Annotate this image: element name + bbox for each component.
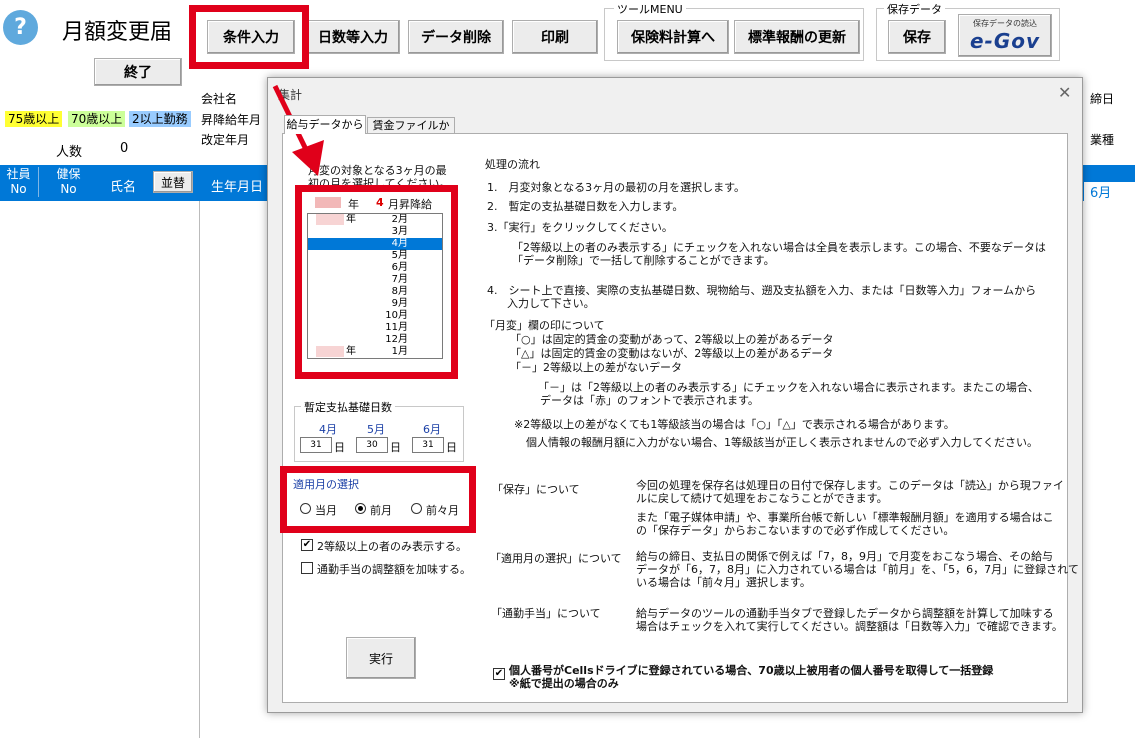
flow-step-3-note2: 「データ削除」で一括して削除することができます。 — [512, 254, 775, 267]
info-company-label: 会社名 — [201, 92, 238, 106]
mark-note-grade1: ※2等級以上の差がなくても1等級該当の場合は「○」「△」で表示される場合がありま… — [514, 418, 955, 431]
run-button[interactable]: 実行 — [346, 637, 416, 679]
save-group-title: 保存データ — [884, 1, 945, 17]
highlight-condition-button — [189, 5, 309, 69]
flow-title: 処理の流れ — [485, 158, 540, 171]
tab-wage-file[interactable]: 賃金ファイルから — [367, 117, 455, 147]
help-icon[interactable]: ? — [3, 10, 38, 45]
commute-adjust-label: 通勤手当の調整額を加味する。 — [317, 563, 471, 576]
days-input-2[interactable]: 30 — [356, 437, 388, 453]
mynumber-checkbox[interactable]: ✔ — [493, 668, 505, 680]
legend-70: 70歳以上 — [68, 111, 126, 127]
close-icon[interactable]: ✕ — [1058, 83, 1071, 102]
mark-dash-note2: データは「赤」のフォントで表示されます。 — [540, 394, 759, 407]
mynumber-line2: ※紙で提出の場合のみ — [509, 677, 619, 690]
days-input-3[interactable]: 31 — [412, 437, 444, 453]
sheet-divider — [199, 165, 200, 738]
header-birth: 生年月日 — [211, 180, 264, 195]
flow-step-2: 2. 暫定の支払基礎日数を入力します。 — [487, 200, 684, 213]
sort-button[interactable]: 並替 — [153, 171, 193, 193]
note-apply-line3: いる場合は「前々月」選択します。 — [636, 576, 811, 589]
legend-75: 75歳以上 — [5, 111, 63, 127]
egov-load-button[interactable]: 保存データの読込 e-Gov — [958, 14, 1052, 57]
days-month-1: 4月 — [319, 423, 337, 436]
grade2-only-checkbox[interactable]: ✔ — [301, 539, 313, 551]
info-industry-label: 業種 — [1090, 133, 1115, 147]
days-input-button[interactable]: 日数等入力 — [306, 20, 400, 54]
tool-menu-title: ツールMENU — [614, 1, 686, 17]
note-commute-title: 「通勤手当」について — [491, 607, 601, 620]
header-emp-no: 社員 No — [6, 167, 31, 196]
count-value: 0 — [120, 141, 129, 156]
print-button[interactable]: 印刷 — [512, 20, 598, 54]
grade2-only-label: 2等級以上の者のみ表示する。 — [317, 540, 467, 553]
egov-caption: 保存データの読込 — [973, 19, 1037, 28]
info-closing-label: 締日 — [1090, 92, 1115, 106]
highlight-month-list — [295, 185, 458, 379]
header-ins-no: 健保 No — [38, 167, 98, 197]
note-apply-title: 「適用月の選択」について — [490, 552, 622, 565]
info-raise-label: 昇降給年月 — [201, 113, 262, 127]
commute-adjust-checkbox[interactable] — [301, 562, 313, 574]
highlight-apply-month — [280, 466, 476, 533]
window-title: 月額変更届 — [62, 20, 173, 45]
days-month-3: 6月 — [423, 423, 441, 436]
premium-calc-button[interactable]: 保険料計算へ — [617, 20, 729, 54]
note-save-line2: ルに戻して続けて処理をおこなうことができます。 — [636, 492, 888, 505]
count-label: 人数 — [56, 145, 83, 160]
days-group-title: 暫定支払基礎日数 — [301, 399, 395, 415]
header-right-month: 6月 — [1084, 182, 1135, 201]
note-save-title: 「保存」について — [492, 483, 580, 496]
info-revision-label: 改定年月 — [201, 133, 250, 147]
days-unit-2: 日 — [390, 441, 401, 454]
flow-step-1: 1. 月変対象となる3ヶ月の最初の月を選択します。 — [487, 181, 746, 194]
egov-logo: e-Gov — [969, 29, 1041, 53]
dialog-title: 集計 — [278, 88, 303, 102]
legend-multi: 2以上勤務 — [129, 111, 191, 127]
tab-salary-data[interactable]: 給与データから — [284, 115, 366, 134]
data-delete-button[interactable]: データ削除 — [408, 20, 504, 54]
note-commute-line2: 場合はチェックを入れて実行してください。調整額は「日数等入力」で確認できます。 — [636, 620, 1063, 633]
days-month-2: 5月 — [367, 423, 385, 436]
days-unit-1: 日 — [334, 441, 345, 454]
header-name: 氏名 — [110, 180, 137, 195]
standard-update-button[interactable]: 標準報酬の更新 — [734, 20, 860, 54]
flow-step-4-cont: 入力して下さい。 — [507, 297, 595, 310]
end-button[interactable]: 終了 — [94, 58, 182, 86]
flow-step-3: 3.「実行」をクリックしてください。 — [487, 221, 673, 234]
note-save-line5: の「保存データ」からおこないますので必ず作成してください。 — [636, 524, 955, 537]
days-input-1[interactable]: 31 — [300, 437, 332, 453]
save-button[interactable]: 保存 — [888, 20, 946, 54]
mark-dash: 「－」2等級以上の差がないデータ — [510, 361, 682, 374]
mark-note-salary: 個人情報の報酬月額に入力がない場合、1等級該当が正しく表示されませんので必ず入力… — [526, 436, 1039, 449]
days-unit-3: 日 — [446, 441, 457, 454]
